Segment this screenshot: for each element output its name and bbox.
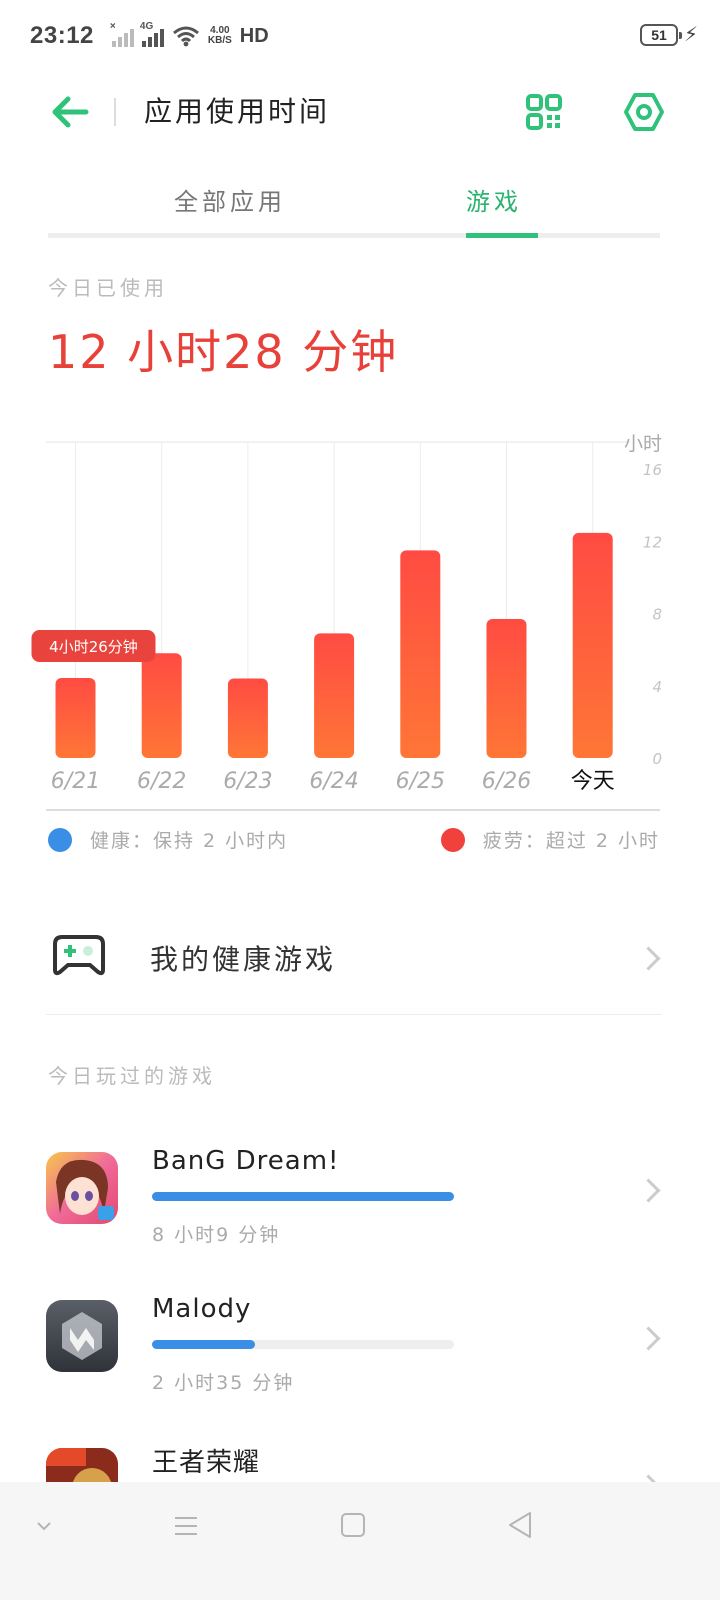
game-usage-time: 2 小时35 分钟 [152,1372,295,1394]
status-bar: 23:12 × 4G 4.00 KB/S HD 51 ⚡ [0,0,720,72]
game-name: BanG Dream! [152,1146,340,1176]
y-tick-label: 4 [652,678,662,696]
game-usage-time: 8 小时9 分钟 [152,1224,281,1246]
legend-healthy-label: 健康：保持 2 小时内 [90,830,289,852]
y-tick-label: 8 [652,606,662,624]
chart-legend: 健康：保持 2 小时内 疲劳：超过 2 小时 [48,826,660,866]
status-time: 23:12 [30,22,94,49]
back-arrow-icon[interactable] [48,90,92,134]
signal-4g-icon: 4G [140,21,164,47]
bang-dream-app-icon [46,1152,118,1224]
chevron-right-icon [636,1178,661,1203]
network-speed: 4.00 KB/S [207,25,232,46]
signal-off-icon: × [110,21,134,47]
battery-icon: 51 [640,24,682,46]
tab-indicator [466,233,538,238]
wifi-icon [172,26,199,47]
x-tick-label: 6/23 [223,769,272,794]
today-usage-total: 12 小时28 分钟 [48,325,399,379]
malody-app-icon [46,1300,118,1372]
game-usage-track [152,1340,454,1349]
my-healthy-games-label: 我的健康游戏 [150,943,337,976]
nav-back-icon[interactable] [506,1510,534,1540]
y-tick-label: 0 [652,750,662,768]
legend-tired: 疲劳：超过 2 小时 [440,826,660,853]
gamepad-icon [53,935,105,976]
bar [486,618,527,758]
page-title: 应用使用时间 [144,95,331,128]
x-tick-label: 6/21 [51,769,100,794]
game-usage-bar [152,1340,255,1349]
legend-healthy-dot [48,827,72,852]
tooltip-text: 4小时26分钟 [49,638,138,656]
chevron-right-icon [636,1326,661,1351]
status-icons: × 4G 4.00 KB/S HD [106,21,269,48]
today-usage-label: 今日已使用 [48,276,168,300]
app-bar: 应用使用时间 [0,72,720,152]
game-usage-bar [152,1192,454,1201]
usage-chart: 小时 0 4 8 12 16 6/21 6/22 6/23 6/24 6/25 6/26 今天 4小时26… [31,433,662,811]
played-today-label: 今日玩过的游戏 [48,1064,216,1088]
nav-menu-icon[interactable] [172,1512,200,1540]
bar [55,678,96,758]
x-tick-label: 6/24 [309,769,358,794]
game-usage-track [152,1192,454,1201]
settings-icon[interactable] [624,92,664,132]
tab-games[interactable]: 游戏 [466,182,522,217]
tab-all-apps[interactable]: 全部应用 [174,182,286,217]
bar [572,532,613,758]
nav-down-icon[interactable] [34,1516,54,1536]
bar [141,653,182,758]
game-name: 王者荣耀 [152,1448,261,1478]
hd-icon: HD [239,24,269,47]
nav-home-icon[interactable] [340,1512,366,1538]
legend-tired-label: 疲劳：超过 2 小时 [482,830,660,852]
game-row-bang-dream[interactable]: BanG Dream! 8 小时9 分钟 [46,1146,676,1282]
legend-healthy: 健康：保持 2 小时内 [48,826,288,853]
charging-icon: ⚡ [683,24,698,46]
x-tick-label: 今天 [571,769,615,794]
my-healthy-games-row[interactable]: 我的健康游戏 [46,920,662,1000]
bar [314,633,355,758]
game-name: Malody [152,1294,252,1324]
system-nav-bar [0,1482,720,1600]
x-tick-label: 6/26 [482,769,531,794]
x-tick-label: 6/22 [137,769,186,794]
tab-track [48,233,660,238]
chevron-right-icon [636,946,661,971]
legend-tired-dot [440,827,465,852]
section-divider [46,1014,662,1015]
app-bar-divider [114,98,116,126]
bar [400,550,441,758]
y-tick-label: 12 [643,533,662,551]
y-axis-unit: 小时 [624,433,662,455]
bar [227,678,268,758]
y-tick-label: 16 [643,461,662,479]
game-row-malody[interactable]: Malody 2 小时35 分钟 [46,1294,676,1430]
tab-bar: 全部应用 游戏 [48,172,660,238]
x-tick-label: 6/25 [396,769,445,794]
qr-code-icon[interactable] [526,94,562,130]
